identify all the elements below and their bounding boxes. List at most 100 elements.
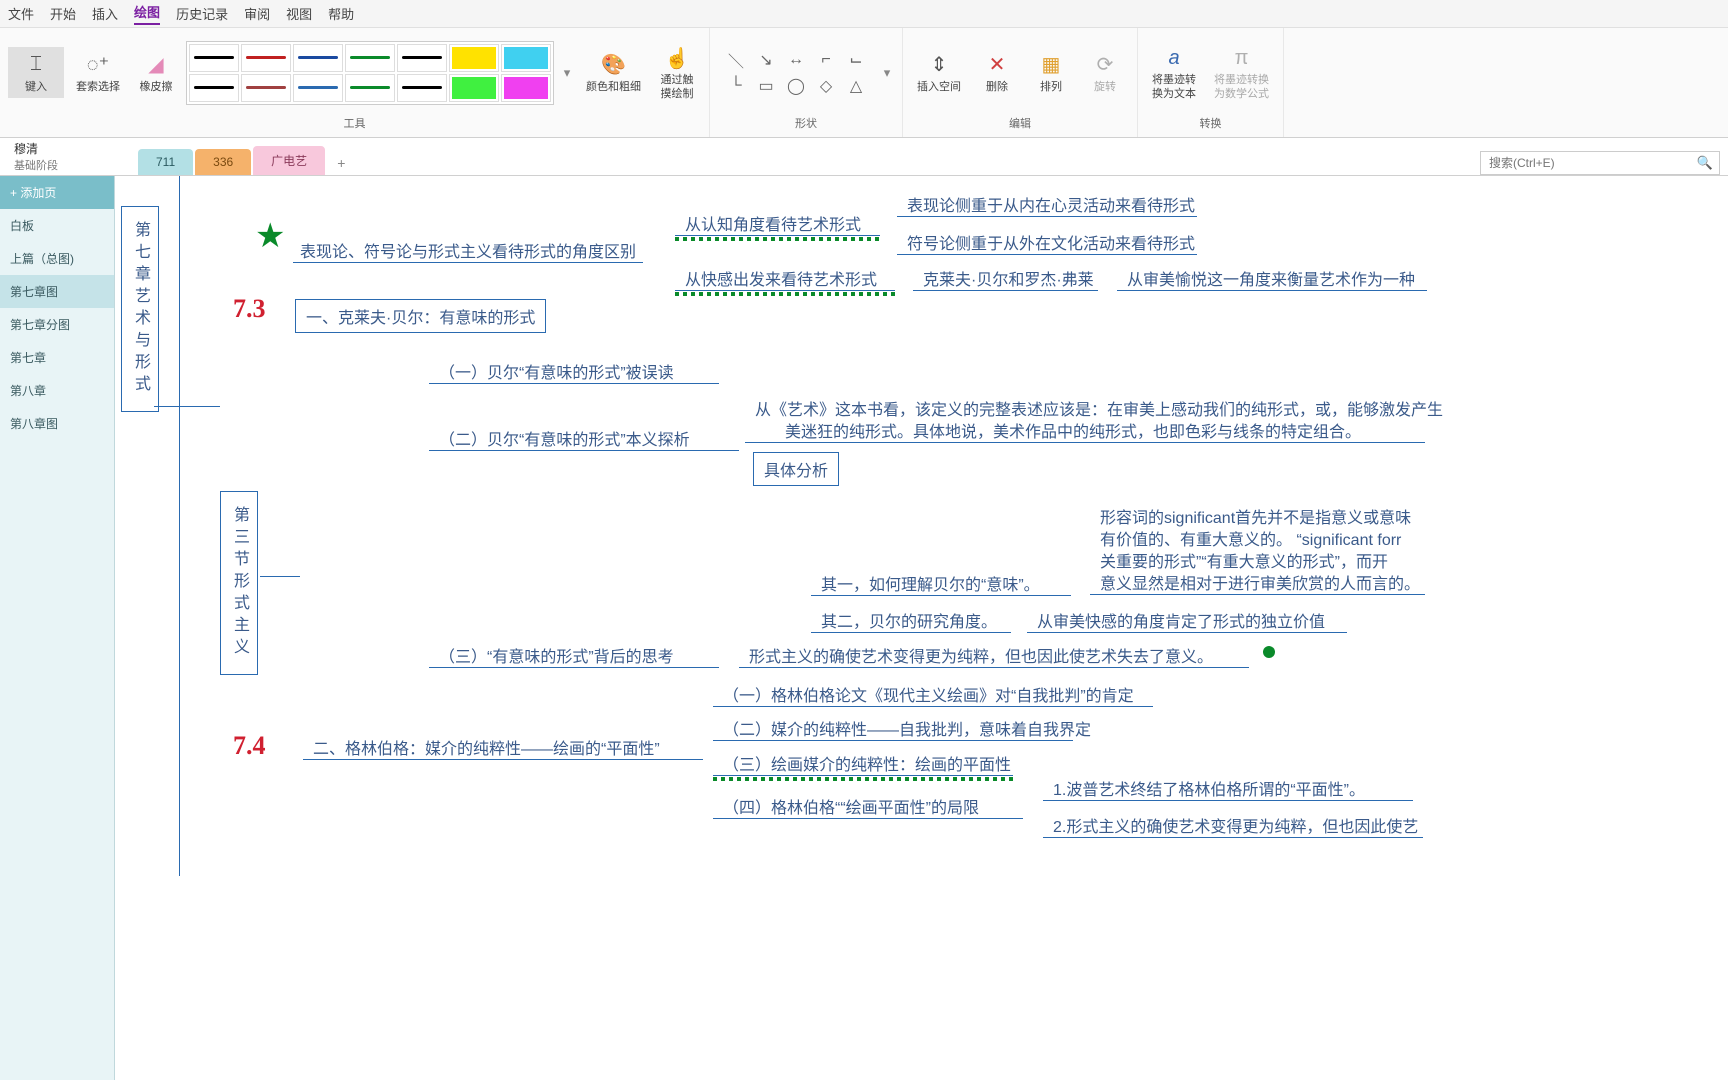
tab-711[interactable]: 711 <box>138 149 193 175</box>
menu-view[interactable]: 视图 <box>286 4 312 23</box>
lasso-select-button[interactable]: ◌⁺ 套索选择 <box>70 47 126 98</box>
hl-yellow[interactable] <box>449 44 499 72</box>
ink-star: ★ <box>255 216 285 256</box>
hl-cyan[interactable] <box>501 44 551 72</box>
node-top-a[interactable]: 从认知角度看待艺术形式 <box>685 211 861 235</box>
page-item-1[interactable]: 上篇（总图) <box>0 242 114 275</box>
pen-black-1[interactable] <box>189 44 239 72</box>
menu-help[interactable]: 帮助 <box>328 4 354 23</box>
node-2-4[interactable]: （四）格林伯格““绘画平面性”的局限 <box>723 794 979 818</box>
pen-gallery-expand[interactable]: ▾ <box>560 65 574 81</box>
menu-home[interactable]: 开始 <box>50 4 76 23</box>
shape-angle2[interactable]: ⌙ <box>842 48 870 72</box>
node-1-2-a-t4[interactable]: 意义显然是相对于进行审美欣赏的人而言的。 <box>1100 570 1420 594</box>
shape-connector[interactable]: └ <box>722 74 750 98</box>
pen-green[interactable] <box>345 44 395 72</box>
pen-green-2[interactable] <box>345 74 395 102</box>
hl-green[interactable] <box>449 74 499 102</box>
node-1-1[interactable]: （一）贝尔“有意味的形式”被误读 <box>439 359 674 383</box>
node-top-a2[interactable]: 符号论侧重于从外在文化活动来看待形式 <box>907 230 1195 254</box>
arrange-button[interactable]: ▦ 排列 <box>1027 47 1075 98</box>
node-top-b[interactable]: 从快感出发来看待艺术形式 <box>685 266 877 290</box>
pen-blue[interactable] <box>293 44 343 72</box>
node-1-2-a-t1[interactable]: 形容词的significant首先并不是指意义或意味 <box>1100 504 1411 528</box>
pen-black-3[interactable] <box>189 74 239 102</box>
node-top-b2[interactable]: 从审美愉悦这一角度来衡量艺术作为一种 <box>1127 266 1415 290</box>
node-2-2[interactable]: （二）媒介的纯粹性——自我批判，意味着自我界定 <box>723 716 1091 740</box>
ink-squiggle-3 <box>713 777 1013 781</box>
node-1-3-t[interactable]: 形式主义的确使艺术变得更为纯粹，但也因此使艺术失去了意义。 <box>749 643 1213 667</box>
menu-review[interactable]: 审阅 <box>244 4 270 23</box>
node-1-2-box[interactable]: 具体分析 <box>753 452 839 486</box>
shape-double-arrow[interactable]: ↔ <box>782 48 810 72</box>
node-1-2-b[interactable]: 其二，贝尔的研究角度。 <box>821 608 997 632</box>
shape-diamond[interactable]: ◇ <box>812 74 840 98</box>
node-1-2-a-t3[interactable]: 关重要的形式”“有重大意义的形式”，而开 <box>1100 548 1388 572</box>
node-section-3[interactable]: 第三节形式主义 <box>220 491 258 675</box>
search-input[interactable] <box>1487 155 1697 171</box>
menu-draw[interactable]: 绘图 <box>134 2 160 25</box>
node-top-a1[interactable]: 表现论侧重于从内在心灵活动来看待形式 <box>907 192 1195 216</box>
tab-gdy[interactable]: 广电艺 <box>253 146 325 175</box>
shape-ellipse[interactable]: ◯ <box>782 74 810 98</box>
page-item-0[interactable]: 白板 <box>0 209 114 242</box>
ink-green-dot <box>1263 646 1275 658</box>
node-2[interactable]: 二、格林伯格：媒介的纯粹性——绘画的“平面性” <box>313 735 660 759</box>
notebook-picker[interactable]: 穆清 基础阶段 <box>0 138 130 175</box>
node-top-b1[interactable]: 克莱夫·贝尔和罗杰·弗莱 <box>923 266 1094 290</box>
rotate-icon: ⟳ <box>1091 51 1119 79</box>
touch-draw-button[interactable]: ☝ 通过触 摸绘制 <box>653 40 701 104</box>
pen-blue-2[interactable] <box>293 74 343 102</box>
ink-7-4: 7.4 <box>233 731 266 761</box>
shapes-gallery[interactable]: ＼ ↘ ↔ ⌐ ⌙ └ ▭ ◯ ◇ △ <box>718 44 874 102</box>
tab-add[interactable]: + <box>327 151 355 175</box>
shape-triangle[interactable]: △ <box>842 74 870 98</box>
node-1-2-text2[interactable]: 美迷狂的纯形式。具体地说，美术作品中的纯形式，也即色彩与线条的特定组合。 <box>785 418 1361 442</box>
shape-line[interactable]: ＼ <box>722 48 750 72</box>
hl-magenta[interactable] <box>501 74 551 102</box>
add-page-button[interactable]: + 添加页 <box>0 176 114 209</box>
page-item-4[interactable]: 第七章 <box>0 341 114 374</box>
node-2-4-2[interactable]: 2.形式主义的确使艺术变得更为纯粹，但也因此使艺 <box>1053 813 1418 837</box>
pen-red[interactable] <box>241 44 291 72</box>
node-2-4-1[interactable]: 1.波普艺术终结了格林伯格所谓的“平面性”。 <box>1053 776 1365 800</box>
node-top[interactable]: 表现论、符号论与形式主义看待形式的角度区别 <box>300 238 636 262</box>
page-item-5[interactable]: 第八章 <box>0 374 114 407</box>
eraser-button[interactable]: ◢ 橡皮擦 <box>132 47 180 98</box>
menu-history[interactable]: 历史记录 <box>176 4 228 23</box>
ink-to-math-label: 将墨迹转换 为数学公式 <box>1214 74 1269 100</box>
notebook-section: 基础阶段 <box>14 157 130 173</box>
page-item-6[interactable]: 第八章图 <box>0 407 114 440</box>
search-box[interactable]: 🔍 <box>1480 151 1720 175</box>
node-1-2[interactable]: （二）贝尔“有意味的形式”本义探析 <box>439 426 690 450</box>
menu-file[interactable]: 文件 <box>8 4 34 23</box>
menu-insert[interactable]: 插入 <box>92 4 118 23</box>
pen-black-2[interactable] <box>397 44 447 72</box>
shape-angle[interactable]: ⌐ <box>812 48 840 72</box>
page-item-3[interactable]: 第七章分图 <box>0 308 114 341</box>
node-1-2-a-t2[interactable]: 有价值的、有重大意义的。 “significant forr <box>1100 526 1401 550</box>
insert-space-button[interactable]: ⇕ 插入空间 <box>911 47 967 98</box>
shape-arrow[interactable]: ↘ <box>752 48 780 72</box>
type-tool-button[interactable]: ⌶ 键入 <box>8 47 64 98</box>
node-1-2-b-t[interactable]: 从审美快感的角度肯定了形式的独立价值 <box>1037 608 1325 632</box>
page-item-2[interactable]: 第七章图 <box>0 275 114 308</box>
tab-336[interactable]: 336 <box>195 149 251 175</box>
pen-black-4[interactable] <box>397 74 447 102</box>
pen-darkred[interactable] <box>241 74 291 102</box>
arrange-icon: ▦ <box>1037 51 1065 79</box>
node-chapter-7[interactable]: 第七章艺术与形式 <box>121 206 159 412</box>
shape-rect[interactable]: ▭ <box>752 74 780 98</box>
canvas[interactable]: 第七章艺术与形式 第三节形式主义 ★ 表现论、符号论与形式主义看待形式的角度区别… <box>115 176 1728 1080</box>
node-2-1[interactable]: （一）格林伯格论文《现代主义绘画》对“自我批判”的肯定 <box>723 682 1134 706</box>
node-1[interactable]: 一、克莱夫·贝尔：有意味的形式 <box>295 299 546 333</box>
ink-to-text-button[interactable]: a 将墨迹转 换为文本 <box>1146 40 1202 104</box>
node-1-2-text1[interactable]: 从《艺术》这本书看，该定义的完整表述应该是：在审美上感动我们的纯形式，或，能够激… <box>755 396 1443 420</box>
node-1-2-a[interactable]: 其一，如何理解贝尔的“意味”。 <box>821 571 1040 595</box>
delete-button[interactable]: ✕ 删除 <box>973 47 1021 98</box>
shapes-gallery-expand[interactable]: ▾ <box>880 65 894 81</box>
color-thickness-button[interactable]: 🎨 颜色和粗细 <box>580 47 647 98</box>
pen-gallery[interactable] <box>186 41 554 105</box>
node-2-3[interactable]: （三）绘画媒介的纯粹性：绘画的平面性 <box>723 751 1011 775</box>
node-1-3[interactable]: （三）“有意味的形式”背后的思考 <box>439 643 674 667</box>
